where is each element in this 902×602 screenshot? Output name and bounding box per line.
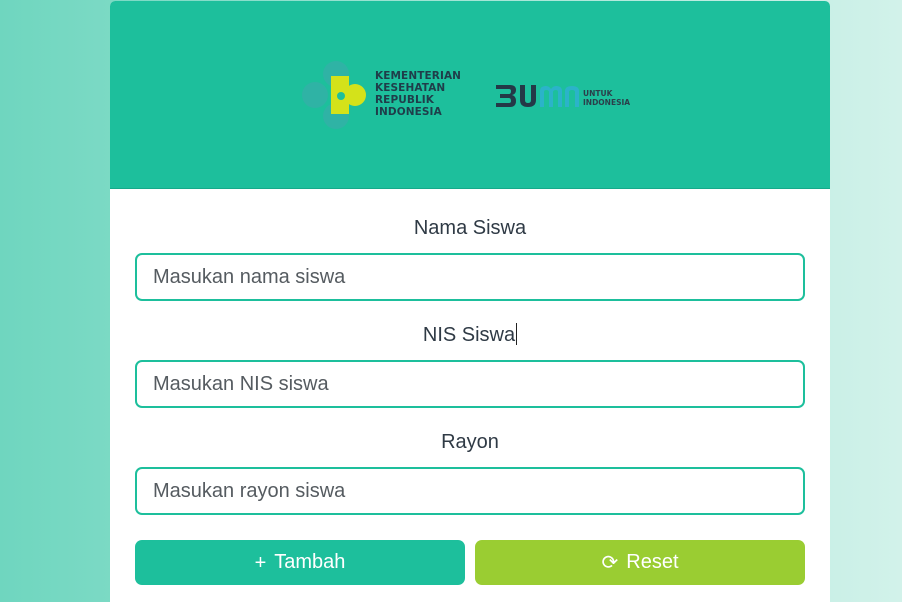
kemenkes-line: KEMENTERIAN [375,70,462,82]
kemenkes-logo-icon [302,61,366,129]
kemenkes-logo: KEMENTERIAN KESEHATAN REPUBLIK INDONESIA [301,60,461,130]
nis-siswa-label: NIS Siswa [422,324,516,346]
kemenkes-line: INDONESIA [375,106,442,118]
nama-siswa-label: Nama Siswa [413,217,527,239]
rayon-label: Rayon [441,431,499,453]
rayon-input[interactable] [135,467,805,515]
bumn-logo-icon [496,85,579,107]
nis-siswa-label-wrap: NIS Siswa [135,322,805,348]
nis-siswa-input[interactable] [135,360,805,408]
text-cursor [516,323,518,345]
plus-icon: + [254,551,267,574]
kemenkes-logo-text: KEMENTERIAN KESEHATAN REPUBLIK INDONESIA [375,70,461,118]
refresh-icon: ⟳ [601,551,619,574]
card-header: KEMENTERIAN KESEHATAN REPUBLIK INDONESIA… [110,1,830,189]
bumn-logo: UNTUK INDONESIA [494,81,644,111]
bumn-sub-line: INDONESIA [583,98,631,107]
bumn-sub-line: UNTUK [583,89,613,98]
kemenkes-line: KESEHATAN [375,82,446,94]
nama-siswa-input[interactable] [135,253,805,301]
tambah-button-label: Tambah [274,551,346,573]
tambah-button[interactable]: + Tambah [135,540,465,585]
reset-button[interactable]: ⟳ Reset [475,540,805,585]
bumn-logo-subtext: UNTUK INDONESIA [583,89,630,107]
kemenkes-line: REPUBLIK [375,94,435,106]
student-form: Nama Siswa NIS Siswa Rayon [135,215,805,515]
reset-button-label: Reset [626,551,679,573]
